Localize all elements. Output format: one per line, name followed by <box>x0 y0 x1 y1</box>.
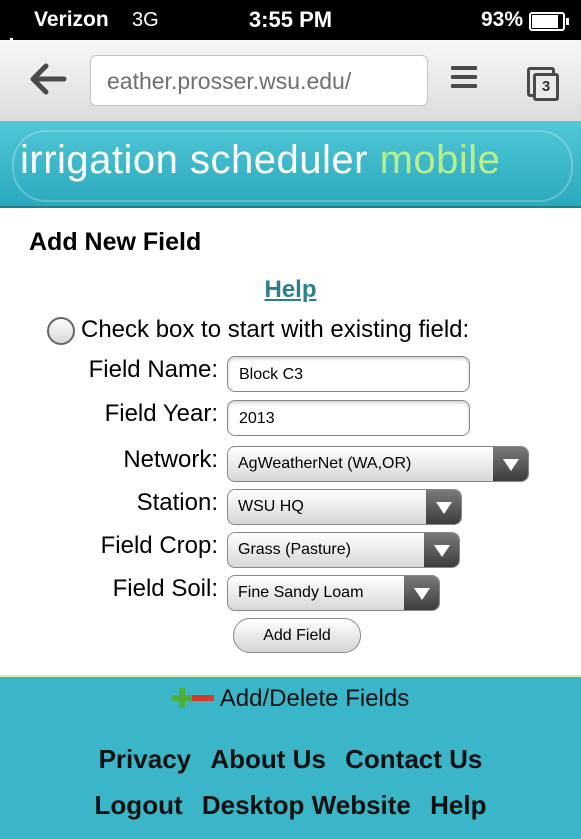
chevron-down-icon <box>404 576 439 610</box>
chevron-down-icon <box>424 533 459 567</box>
network-select[interactable]: AgWeatherNet (WA,OR) <box>227 446 529 482</box>
field-year-label: Field Year: <box>104 400 218 427</box>
footer: Privacy About Us Contact Us Logout Deskt… <box>0 721 581 839</box>
footer-link-logout[interactable]: Logout <box>95 790 183 820</box>
tabs-icon[interactable]: 3 <box>527 67 559 101</box>
minus-icon <box>191 688 214 708</box>
chevron-down-icon <box>426 490 461 524</box>
footer-link-help[interactable]: Help <box>430 790 486 820</box>
status-bar: Verizon 3G 3:55 PM 93% <box>0 0 581 41</box>
field-name-input[interactable]: Block C3 <box>227 356 470 392</box>
address-bar[interactable]: eather.prosser.wsu.edu/ <box>90 55 428 106</box>
browser-toolbar: eather.prosser.wsu.edu/ 3 <box>0 40 581 122</box>
field-crop-label: Field Crop: <box>100 532 218 559</box>
battery-percent: 93% <box>480 8 523 31</box>
footer-link-desktop-website[interactable]: Desktop Website <box>202 790 411 820</box>
field-soil-selected-value: Fine Sandy Loam <box>238 584 364 601</box>
battery-icon <box>529 12 569 31</box>
chevron-down-icon <box>493 447 528 481</box>
menu-icon[interactable] <box>451 66 477 90</box>
back-arrow-icon[interactable] <box>28 62 68 96</box>
tab-count: 3 <box>533 73 559 101</box>
field-name-value: Block C3 <box>239 366 304 383</box>
footer-link-contact-us[interactable]: Contact Us <box>345 744 482 774</box>
footer-links-row-1: Privacy About Us Contact Us <box>0 744 581 775</box>
app-logo-title: irrigation scheduler mobile <box>20 138 501 182</box>
footer-link-about-us[interactable]: About Us <box>210 744 326 774</box>
page-title: Add New Field <box>29 228 202 256</box>
station-label: Station: <box>136 489 218 516</box>
field-crop-selected-value: Grass (Pasture) <box>238 541 351 558</box>
existing-field-checkbox[interactable] <box>47 317 75 345</box>
field-crop-select[interactable]: Grass (Pasture) <box>227 532 460 568</box>
footer-link-privacy[interactable]: Privacy <box>99 744 192 774</box>
help-link[interactable]: Help <box>0 276 581 304</box>
url-text: eather.prosser.wsu.edu/ <box>107 68 352 94</box>
station-selected-value: WSU HQ <box>238 498 304 515</box>
app-banner: irrigation scheduler mobile <box>0 122 581 208</box>
add-delete-fields-bar[interactable]: Add/Delete Fields <box>0 675 581 723</box>
existing-field-checkbox-label: Check box to start with existing field: <box>81 316 470 343</box>
add-delete-fields-label: Add/Delete Fields <box>219 685 410 712</box>
field-year-value: 2013 <box>239 410 275 427</box>
station-select[interactable]: WSU HQ <box>227 489 462 525</box>
add-field-button[interactable]: Add Field <box>233 618 361 653</box>
network-label: Network: <box>123 446 218 473</box>
field-name-label: Field Name: <box>88 356 218 383</box>
field-soil-label: Field Soil: <box>112 575 218 602</box>
plus-icon <box>171 688 192 708</box>
network-selected-value: AgWeatherNet (WA,OR) <box>238 455 412 472</box>
field-soil-select[interactable]: Fine Sandy Loam <box>227 575 440 611</box>
field-year-input[interactable]: 2013 <box>227 400 470 436</box>
footer-links-row-2: Logout Desktop Website Help <box>0 790 581 821</box>
